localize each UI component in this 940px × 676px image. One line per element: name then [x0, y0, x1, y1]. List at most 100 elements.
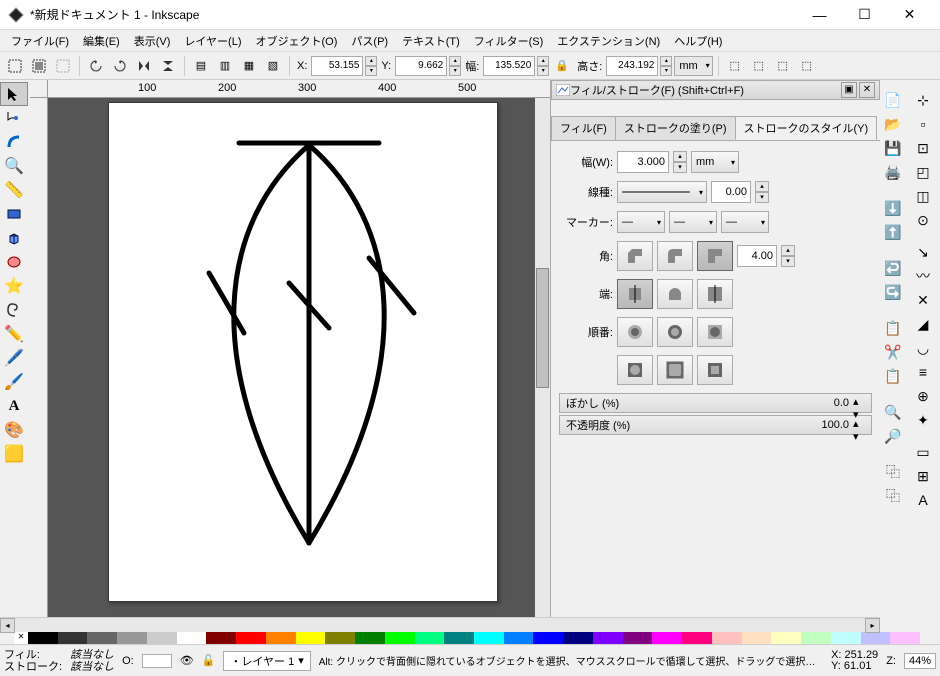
maximize-button[interactable]: ☐	[842, 0, 887, 30]
affect-pattern-icon[interactable]: ⬚	[796, 55, 818, 77]
dash-offset-input[interactable]: 0.00	[711, 181, 751, 203]
affect-corner-icon[interactable]: ⬚	[748, 55, 770, 77]
snap-edge-icon[interactable]: ⊡	[910, 136, 936, 160]
visibility-icon[interactable]: 👁	[180, 654, 194, 667]
order-1-button[interactable]	[617, 317, 653, 347]
join-miter-button[interactable]	[697, 241, 733, 271]
snap-page-icon[interactable]: ▭	[910, 440, 936, 464]
swatch[interactable]	[355, 632, 385, 644]
tab-stroke-paint[interactable]: ストロークの塗り(P)	[615, 116, 736, 140]
join-bevel-button[interactable]	[617, 241, 653, 271]
dash-offset-spinner[interactable]: ▴▾	[755, 181, 769, 203]
lower-bottom-icon[interactable]: ▧	[262, 55, 284, 77]
menu-filter[interactable]: フィルター(S)	[467, 31, 550, 51]
select-layer-icon[interactable]	[28, 55, 50, 77]
menu-path[interactable]: パス(P)	[344, 31, 395, 51]
swatch[interactable]	[712, 632, 742, 644]
join-round-button[interactable]	[657, 241, 693, 271]
fill-value[interactable]: 該当なし	[70, 649, 114, 661]
order-2-button[interactable]	[657, 317, 693, 347]
x-spinner[interactable]: ▴▾	[365, 56, 377, 76]
scroll-left-icon[interactable]: ◂	[0, 618, 15, 633]
tweak-tool[interactable]	[0, 130, 28, 154]
flip-h-icon[interactable]	[133, 55, 155, 77]
menu-edit[interactable]: 編集(E)	[76, 31, 127, 51]
swatch[interactable]	[474, 632, 504, 644]
stroke-width-unit[interactable]: mm	[691, 151, 739, 173]
miter-spinner[interactable]: ▴▾	[781, 245, 795, 267]
order-3-button[interactable]	[697, 317, 733, 347]
rotate-ccw-icon[interactable]	[85, 55, 107, 77]
swatch[interactable]	[593, 632, 623, 644]
text-tool[interactable]: A	[0, 394, 28, 418]
marker-mid-select[interactable]: —	[669, 211, 717, 233]
y-input[interactable]: 9.662	[395, 56, 447, 76]
layer-select[interactable]: ・レイヤー 1 ▾	[223, 651, 310, 671]
eraser-tool[interactable]: 🟨	[0, 442, 28, 466]
menu-extension[interactable]: エクステンション(N)	[550, 31, 667, 51]
panel-titlebar[interactable]: フィル/ストローク(F) (Shift+Ctrl+F) ▣ ✕	[551, 80, 880, 100]
x-input[interactable]: 53.155	[311, 56, 363, 76]
stroke-value[interactable]: 該当なし	[70, 661, 114, 673]
swatch[interactable]	[385, 632, 415, 644]
canvas-page[interactable]	[108, 102, 498, 602]
scroll-right-icon[interactable]: ▸	[865, 618, 880, 633]
snap-guide-icon[interactable]: A	[910, 488, 936, 512]
blur-spinner[interactable]: ▴▾	[853, 395, 865, 411]
stroke-width-spinner[interactable]: ▴▾	[673, 151, 687, 173]
zoom-input[interactable]: 44%	[904, 653, 936, 669]
undo-icon[interactable]: ↩️	[880, 256, 906, 280]
cap-butt-button[interactable]	[617, 279, 653, 309]
rotate-cw-icon[interactable]	[109, 55, 131, 77]
export-icon[interactable]: ⬆️	[880, 220, 906, 244]
star-tool[interactable]: ⭐	[0, 274, 28, 298]
miter-limit-input[interactable]: 4.00	[737, 245, 777, 267]
swatch[interactable]	[861, 632, 891, 644]
stroke-width-input[interactable]: 3.000	[617, 151, 669, 173]
pencil-tool[interactable]: ✏️	[0, 322, 28, 346]
swatch[interactable]	[742, 632, 772, 644]
snap-smooth-icon[interactable]: ◡	[910, 336, 936, 360]
node-tool[interactable]	[0, 106, 28, 130]
spray-tool[interactable]: 🎨	[0, 418, 28, 442]
swatch[interactable]	[206, 632, 236, 644]
new-doc-icon[interactable]: 📄	[880, 88, 906, 112]
menu-file[interactable]: ファイル(F)	[4, 31, 76, 51]
snap-bbox-icon[interactable]: ▫	[910, 112, 936, 136]
zoom-draw-icon[interactable]: 🔎	[880, 424, 906, 448]
viewport[interactable]	[48, 98, 550, 617]
spiral-tool[interactable]	[0, 298, 28, 322]
paste-icon[interactable]: 📋	[880, 364, 906, 388]
menu-layer[interactable]: レイヤー(L)	[177, 31, 248, 51]
order-4-button[interactable]	[617, 355, 653, 385]
snap-rotation-icon[interactable]: ✦	[910, 408, 936, 432]
cut-icon[interactable]: ✂️	[880, 340, 906, 364]
snap-object-center-icon[interactable]: ⊕	[910, 384, 936, 408]
swatch[interactable]	[771, 632, 801, 644]
swatch-none[interactable]: ✕	[14, 632, 28, 644]
panel-close-icon[interactable]: ✕	[859, 82, 875, 98]
raise-top-icon[interactable]: ▤	[190, 55, 212, 77]
y-spinner[interactable]: ▴▾	[449, 56, 461, 76]
w-spinner[interactable]: ▴▾	[537, 56, 549, 76]
snap-corner-icon[interactable]: ◰	[910, 160, 936, 184]
ellipse-tool[interactable]	[0, 250, 28, 274]
color-palette[interactable]: ✕	[14, 632, 920, 644]
horizontal-scrollbar[interactable]: ◂ ▸	[0, 617, 880, 632]
copy-icon[interactable]: 📋	[880, 316, 906, 340]
layer-lock-icon[interactable]: 🔓	[202, 654, 216, 667]
swatch[interactable]	[177, 632, 207, 644]
snap-grid-icon[interactable]: ⊞	[910, 464, 936, 488]
blur-slider[interactable]: ぼかし (%) 0.0 ▴▾	[559, 393, 872, 413]
open-icon[interactable]: 📂	[880, 112, 906, 136]
swatch[interactable]	[831, 632, 861, 644]
h-input[interactable]: 243.192	[606, 56, 658, 76]
opacity-slider[interactable]: 不透明度 (%) 100.0 ▴▾	[559, 415, 872, 435]
snap-midpoint-icon[interactable]: ◫	[910, 184, 936, 208]
3dbox-tool[interactable]	[0, 226, 28, 250]
swatch[interactable]	[415, 632, 445, 644]
swatch[interactable]	[652, 632, 682, 644]
swatch[interactable]	[890, 632, 920, 644]
swatch[interactable]	[266, 632, 296, 644]
measure-tool[interactable]: 📏	[0, 178, 28, 202]
